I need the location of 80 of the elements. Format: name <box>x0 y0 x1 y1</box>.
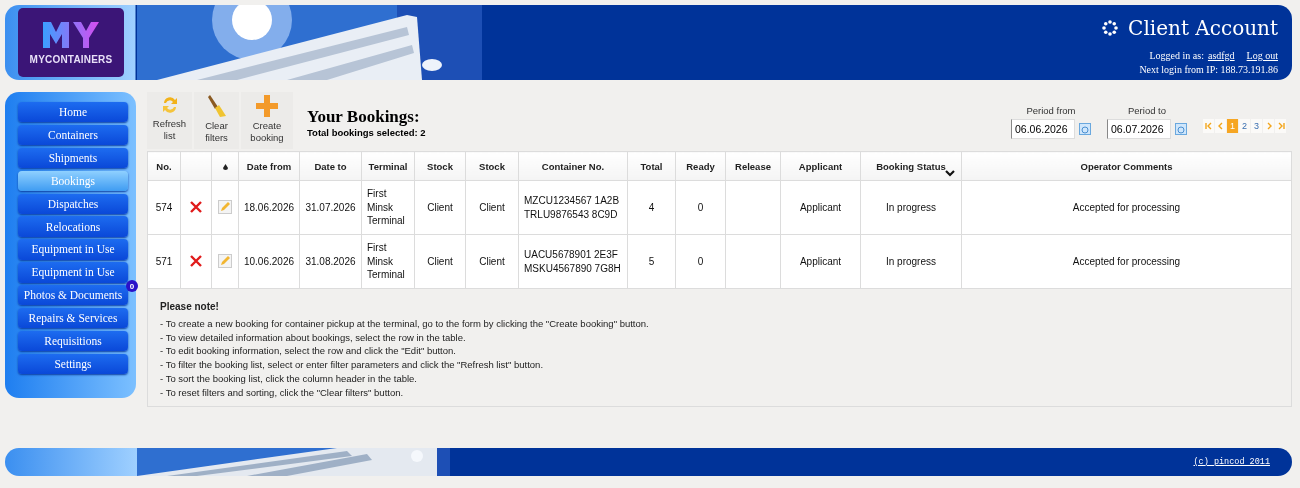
column-header[interactable]: Stock <box>479 160 505 172</box>
table-cell: MZCU1234567 1A2B TRLU9876543 8C9D <box>524 195 620 220</box>
page-button[interactable]: 2 <box>1239 119 1250 133</box>
username-link[interactable]: asdfgd <box>1207 49 1235 63</box>
nav-item[interactable]: Shipments <box>18 147 128 169</box>
table-cell: Client <box>479 201 505 213</box>
date-field[interactable]: 06.07.2026 <box>1107 119 1171 139</box>
create-button[interactable]: Create booking <box>241 92 293 149</box>
table-cell: 31.08.2026 <box>305 255 356 267</box>
table-cell: 10.06.2026 <box>243 255 295 267</box>
clear-filters-button[interactable]: Clear filters <box>194 92 239 149</box>
table-cell: 0 <box>697 255 704 267</box>
column-header[interactable]: Stock <box>427 160 453 172</box>
table-cell: 18.06.2026 <box>243 201 295 213</box>
login-label: Logged in as: <box>1149 49 1204 63</box>
nav-item[interactable]: Settings <box>18 353 128 375</box>
drop-icon <box>222 163 228 170</box>
table-row[interactable]: 574 18.06.2026 31.07.2026 First Minsk Terminal Client Client MZCU1234567 1A2B TRLU9876543 8C9D 4 0 Applicant In progress Accepted for processing <box>147 180 1292 235</box>
nav-item[interactable]: Dispatches <box>18 193 128 214</box>
table-cell: Applicant <box>799 201 842 213</box>
next-login-text: Next login from IP: 188.73.191.86 <box>1139 63 1278 77</box>
table-row[interactable]: 571 10.06.2026 31.08.2026 First Minsk Terminal Client Client UACU5678901 2E3F MSKU4567890 7G8H 5 0 Applicant In progress Accepted for processing <box>147 234 1292 289</box>
broom-icon[interactable] <box>206 94 227 118</box>
nav-item[interactable]: Equipment in Use <box>18 262 128 283</box>
column-header[interactable]: No. <box>156 160 172 172</box>
table-cell: 574 <box>155 201 173 213</box>
table-cell: 4 <box>648 201 655 213</box>
page-title: Your Bookings: <box>307 107 421 127</box>
calendar-icon[interactable] <box>1175 123 1187 135</box>
loading-icon <box>1101 19 1120 37</box>
table-cell: In progress <box>886 201 936 213</box>
table-cell: Client <box>427 201 453 213</box>
nav-item[interactable]: Photos & Documents <box>18 285 128 306</box>
page-button[interactable]: 3 <box>1251 119 1262 133</box>
nav-item[interactable]: Repairs & Services <box>18 308 128 329</box>
table-cell-text: First Minsk Terminal <box>367 241 406 282</box>
logout-link[interactable]: Log out <box>1246 49 1278 63</box>
logo-icon <box>41 20 101 50</box>
column-header[interactable]: Operator Comments <box>1080 160 1173 172</box>
column-header[interactable]: Total <box>640 160 663 172</box>
edit-icon[interactable] <box>218 253 232 268</box>
plus-icon[interactable] <box>255 94 279 118</box>
table-cell: Applicant <box>799 255 842 267</box>
note-text: - To create a new booking for container pickup at the terminal, go to the form by clicking the "Create booking" button. <box>160 316 650 331</box>
nav-item[interactable]: Home <box>18 102 128 123</box>
nav-item[interactable]: Equipment in Use <box>18 239 128 260</box>
note-text: - To filter the booking list, select or enter filter parameters and click the "Refresh list" button. <box>160 358 545 372</box>
nav-item[interactable]: Requisitions <box>18 330 128 352</box>
note-title: Please note! <box>160 300 220 314</box>
date-field[interactable]: 06.06.2026 <box>1011 119 1075 139</box>
table-cell: Accepted for processing <box>1072 255 1181 267</box>
table-cell: 571 <box>155 255 173 267</box>
table-cell: Accepted for processing <box>1072 201 1181 213</box>
copyright-link[interactable]: (c) pincod 2011 <box>1193 456 1270 467</box>
chevron-down-icon[interactable] <box>945 170 955 177</box>
count-badge: 0 <box>126 280 138 293</box>
bookings-count: Total bookings selected: 2 <box>307 127 426 138</box>
table-cell: Client <box>479 255 505 267</box>
table-cell-text: First Minsk Terminal <box>367 187 406 228</box>
table-cell: 5 <box>648 255 655 267</box>
note-text: - To sort the booking list, click the column header in the table. <box>160 372 418 386</box>
delete-icon[interactable] <box>189 199 203 214</box>
table-cell: In progress <box>886 255 936 267</box>
calendar-icon[interactable] <box>1079 123 1091 135</box>
table-cell: 0 <box>697 201 704 213</box>
nav-item[interactable]: Relocations <box>18 216 128 237</box>
table-cell: Client <box>427 255 453 267</box>
account-title: Client Account <box>1128 16 1278 40</box>
note-text: - To view detailed information about bookings, select the row in the table. <box>160 330 467 345</box>
period-to-label: Period to <box>1128 105 1166 116</box>
logo-text: MYCONTAINERS <box>29 54 113 65</box>
period-from-label: Period from <box>1026 105 1076 116</box>
table-cell: UACU5678901 2E3F MSKU4567890 7G8H <box>524 249 621 274</box>
nav-item[interactable]: Containers <box>18 124 128 146</box>
delete-icon[interactable] <box>189 253 203 268</box>
refresh-button[interactable]: Refresh list <box>147 92 192 149</box>
edit-icon[interactable] <box>218 199 232 214</box>
table-cell: 31.07.2026 <box>305 201 356 213</box>
note-text: - To reset filters and sorting, click the "Clear filters" button. <box>160 385 405 400</box>
note-text: - To edit booking information, select the row and click the "Edit" button. <box>160 344 457 359</box>
